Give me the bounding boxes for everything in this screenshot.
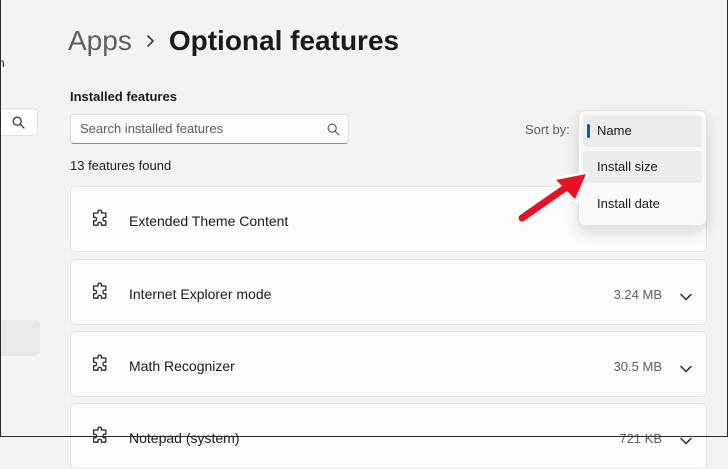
puzzle-icon: [89, 425, 111, 452]
features-count: 13 features found: [70, 158, 172, 173]
sort-by-label: Sort by:: [525, 122, 570, 137]
search-input[interactable]: [80, 121, 310, 136]
feature-card[interactable]: Notepad (system) 721 KB: [70, 403, 707, 469]
page-title: Optional features: [168, 25, 400, 56]
feature-name: Extended Theme Content: [129, 213, 289, 229]
chevron-down-icon[interactable]: [680, 360, 692, 378]
feature-card[interactable]: Internet Explorer mode 3.24 MB: [70, 259, 707, 325]
puzzle-icon: [89, 208, 111, 235]
sidebar-selected-item[interactable]: [0, 320, 40, 356]
chevron-right-icon: [146, 34, 155, 48]
sort-dropdown-menu: Name Install size Install date: [578, 110, 707, 226]
feature-card[interactable]: Math Recognizer 30.5 MB: [70, 331, 707, 397]
installed-features-heading: Installed features: [70, 89, 177, 104]
feature-size: 30.5 MB: [613, 359, 662, 374]
search-icon: [327, 123, 340, 141]
search-icon: [12, 116, 25, 134]
sort-option-name[interactable]: Name: [583, 115, 702, 147]
puzzle-icon: [89, 281, 111, 308]
feature-name: Notepad (system): [129, 430, 240, 446]
sort-option-install-date[interactable]: Install date: [583, 188, 702, 220]
breadcrumb-apps-link[interactable]: Apps: [68, 25, 132, 57]
sort-option-install-size[interactable]: Install size: [583, 151, 702, 183]
feature-name: Math Recognizer: [129, 358, 235, 374]
puzzle-icon: [89, 353, 111, 380]
sidebar-cut-text: n: [0, 56, 5, 70]
chevron-down-icon[interactable]: [680, 288, 692, 306]
chevron-down-icon[interactable]: [680, 432, 692, 450]
sort-option-label: Install size: [597, 159, 658, 174]
sidebar-search-box[interactable]: [0, 108, 38, 136]
feature-name: Internet Explorer mode: [129, 286, 272, 302]
feature-size: 721 KB: [619, 431, 662, 446]
sort-option-label: Name: [597, 123, 632, 138]
sort-option-label: Install date: [597, 196, 660, 211]
installed-features-search[interactable]: [70, 114, 349, 144]
feature-size: 3.24 MB: [613, 287, 662, 302]
selected-indicator: [587, 124, 590, 138]
breadcrumb: Apps Optional features: [68, 22, 399, 60]
